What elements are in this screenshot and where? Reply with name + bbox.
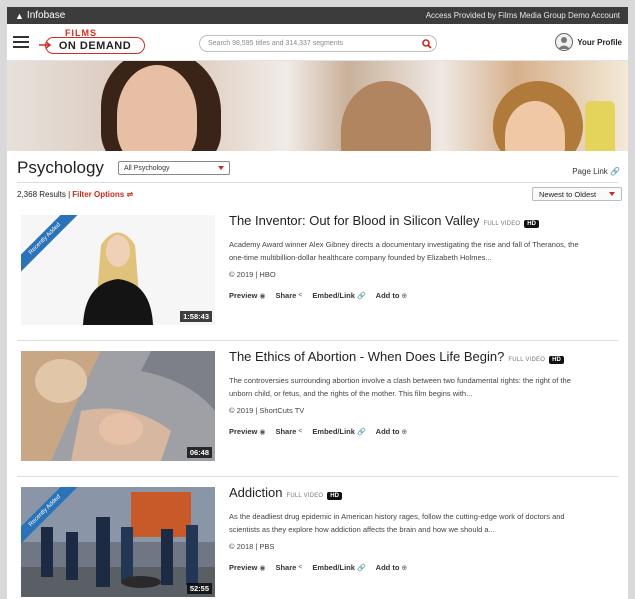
video-title[interactable]: Addiction	[229, 485, 282, 500]
link-icon: 🔗	[610, 167, 620, 176]
video-title[interactable]: The Inventor: Out for Blood in Silicon V…	[229, 213, 480, 228]
video-list-item: 06:48 The Ethics of Abortion - When Does…	[17, 341, 618, 477]
eye-icon: ◉	[259, 428, 266, 436]
add-to-button[interactable]: Add to ⊕	[376, 563, 408, 572]
share-button[interactable]: Share <	[275, 291, 302, 300]
video-meta: © 2019 | HBO	[229, 270, 276, 279]
page-link-label: Page Link	[572, 167, 608, 176]
search-input[interactable]: Search 98,595 titles and 314,337 segment…	[199, 35, 437, 52]
video-list-item: Recently Added 52:55 Addiction FULL VIDE…	[17, 477, 618, 599]
profile-label: Your Profile	[577, 37, 622, 47]
video-actions: Preview ◉ Share < Embed/Link 🔗 Add to ⊕	[229, 427, 628, 436]
video-actions: Preview ◉ Share < Embed/Link 🔗 Add to ⊕	[229, 563, 628, 572]
embed-link-button[interactable]: Embed/Link 🔗	[312, 427, 365, 436]
infobase-brand[interactable]: ▲ Infobase	[15, 10, 65, 21]
share-icon: <	[298, 564, 303, 571]
sort-selected: Newest to Oldest	[539, 189, 597, 199]
full-video-label: FULL VIDEO	[508, 357, 546, 363]
video-thumbnail[interactable]: Recently Added 52:55	[21, 487, 215, 597]
results-count: 2,368 Results |	[17, 189, 71, 199]
infobase-label: Infobase	[26, 10, 66, 21]
full-video-label: FULL VIDEO	[483, 221, 521, 227]
preview-button[interactable]: Preview ◉	[229, 563, 265, 572]
video-title[interactable]: The Ethics of Abortion - When Does Life …	[229, 349, 504, 364]
video-duration: 52:55	[186, 583, 212, 594]
video-duration: 06:48	[186, 447, 212, 458]
filter-options-button[interactable]: Filter Options ⇌	[72, 190, 133, 199]
top-bar: ▲ Infobase Access Provided by Films Medi…	[7, 7, 628, 24]
link-icon: 🔗	[356, 292, 366, 300]
share-icon: <	[298, 428, 303, 435]
profile-button[interactable]: Your Profile	[555, 33, 622, 51]
add-to-button[interactable]: Add to ⊕	[376, 427, 408, 436]
video-description: Academy Award winner Alex Gibney directs…	[229, 240, 579, 262]
chevron-down-icon	[217, 166, 224, 170]
films-on-demand-logo[interactable]: FILMS ON DEMAND	[39, 28, 149, 55]
video-thumbnail[interactable]: 06:48	[21, 351, 215, 461]
filter-options-label: Filter Options	[72, 189, 125, 199]
infobase-logo-icon: ▲	[15, 10, 24, 21]
access-text: Access Provided by Films Media Group Dem…	[425, 11, 620, 20]
add-circle-icon: ⊕	[401, 428, 408, 436]
logo-pill: ON DEMAND	[45, 37, 145, 54]
add-circle-icon: ⊕	[401, 564, 408, 572]
page-title: Psychology	[17, 158, 104, 177]
video-description: As the deadliest drug epidemic in Americ…	[229, 512, 565, 534]
thumbnail-image	[21, 351, 215, 461]
video-list-item: Recently Added 1:58:43 The Inventor: Out…	[17, 205, 618, 341]
subcategory-selected: All Psychology	[123, 164, 170, 172]
share-button[interactable]: Share <	[275, 563, 302, 572]
hd-badge: HD	[524, 220, 539, 228]
site-header: FILMS ON DEMAND Search 98,595 titles and…	[7, 24, 628, 61]
video-meta: © 2019 | ShortCuts TV	[229, 406, 305, 415]
preview-button[interactable]: Preview ◉	[229, 291, 265, 300]
share-button[interactable]: Share <	[275, 427, 302, 436]
preview-button[interactable]: Preview ◉	[229, 427, 265, 436]
embed-link-button[interactable]: Embed/Link 🔗	[312, 563, 365, 572]
video-meta: © 2018 | PBS	[229, 542, 275, 551]
video-info: The Ethics of Abortion - When Does Life …	[229, 349, 628, 436]
category-row: Psychology All Psychology Page Link 🔗	[7, 154, 628, 182]
embed-link-button[interactable]: Embed/Link 🔗	[312, 291, 365, 300]
share-icon: <	[298, 292, 303, 299]
add-to-button[interactable]: Add to ⊕	[376, 291, 408, 300]
results-row: 2,368 Results | Filter Options ⇌ Newest …	[7, 183, 628, 205]
eye-icon: ◉	[259, 564, 266, 572]
video-duration: 1:58:43	[180, 311, 212, 322]
video-thumbnail[interactable]: Recently Added 1:58:43	[21, 215, 215, 325]
eye-icon: ◉	[259, 292, 266, 300]
app-frame: ▲ Infobase Access Provided by Films Medi…	[7, 7, 628, 599]
avatar-icon	[555, 33, 574, 51]
logo-main-text: ON DEMAND	[58, 39, 132, 52]
search-icon[interactable]	[418, 38, 436, 49]
menu-icon[interactable]	[13, 36, 29, 48]
hd-badge: HD	[549, 356, 564, 364]
page-link[interactable]: Page Link 🔗	[572, 167, 620, 176]
full-video-label: FULL VIDEO	[286, 493, 324, 499]
video-description: The controversies surrounding abortion i…	[229, 376, 571, 398]
search-placeholder: Search 98,595 titles and 314,337 segment…	[208, 40, 344, 47]
sort-select[interactable]: Newest to Oldest	[532, 187, 622, 201]
sliders-icon: ⇌	[126, 189, 134, 199]
subcategory-select[interactable]: All Psychology	[117, 161, 230, 175]
video-info: Addiction FULL VIDEO HD As the deadliest…	[229, 485, 628, 572]
video-actions: Preview ◉ Share < Embed/Link 🔗 Add to ⊕	[229, 291, 628, 300]
category-banner-image	[7, 61, 628, 151]
link-icon: 🔗	[356, 428, 366, 436]
video-info: The Inventor: Out for Blood in Silicon V…	[229, 213, 628, 300]
link-icon: 🔗	[356, 564, 366, 572]
chevron-down-icon	[609, 192, 615, 196]
add-circle-icon: ⊕	[401, 292, 408, 300]
hd-badge: HD	[327, 492, 342, 500]
